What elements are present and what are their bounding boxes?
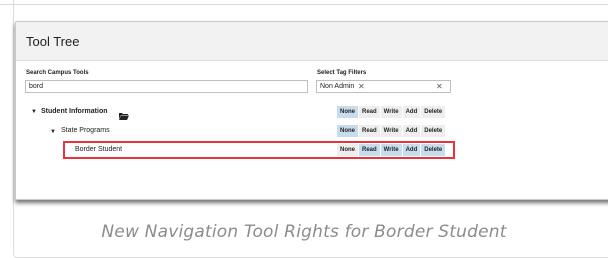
- chevron-down-icon[interactable]: ▼: [50, 129, 56, 135]
- add-rights-button[interactable]: Add: [402, 106, 422, 118]
- tree-row-label[interactable]: Student Information: [41, 108, 108, 115]
- delete-rights-button[interactable]: Delete: [421, 125, 447, 137]
- tag-filter-label: Select Tag Filters: [317, 70, 367, 76]
- search-input[interactable]: bord: [25, 80, 308, 93]
- write-rights-button[interactable]: Write: [380, 125, 403, 137]
- panel-header: Tool Tree: [16, 22, 608, 61]
- close-icon[interactable]: ✕: [358, 82, 365, 91]
- read-rights-button[interactable]: Read: [359, 125, 381, 137]
- add-rights-button[interactable]: Add: [402, 125, 422, 137]
- figure-caption: New Navigation Tool Rights for Border St…: [101, 222, 507, 242]
- panel-title: Tool Tree: [26, 34, 80, 49]
- tree-row-label[interactable]: State Programs: [61, 127, 110, 134]
- search-label: Search Campus Tools: [26, 70, 89, 76]
- write-rights-button[interactable]: Write: [380, 106, 403, 118]
- highlight-box: [63, 141, 455, 159]
- none-rights-button[interactable]: None: [337, 106, 359, 118]
- rights-buttons: None Read Write Add Delete: [337, 125, 447, 137]
- rights-buttons: None Read Write Add Delete: [337, 106, 447, 118]
- folder-open-icon: [119, 107, 129, 125]
- read-rights-button[interactable]: Read: [359, 106, 381, 118]
- delete-rights-button[interactable]: Delete: [421, 106, 447, 118]
- tag-chip: Non Admin: [320, 83, 355, 90]
- none-rights-button[interactable]: None: [337, 125, 359, 137]
- clear-icon[interactable]: ✕: [436, 82, 443, 91]
- chevron-down-icon[interactable]: ▼: [31, 109, 37, 115]
